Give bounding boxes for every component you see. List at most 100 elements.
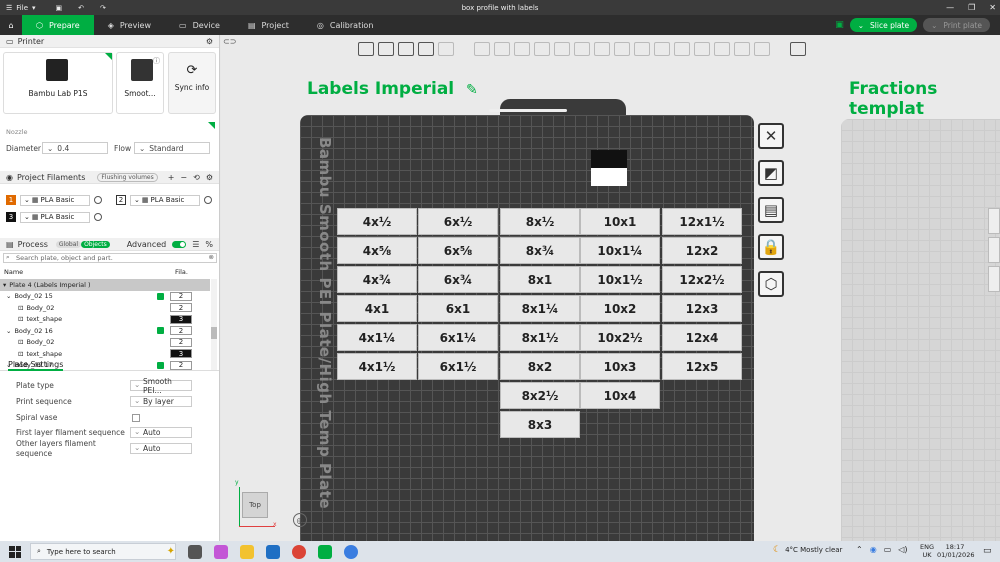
scrollbar-thumb[interactable] <box>211 327 217 339</box>
filament-index-select[interactable]: 2 <box>170 291 192 301</box>
filament-select[interactable]: ⌄ ▦ PLA Basic <box>20 194 90 206</box>
label-object[interactable]: 10x3 <box>580 353 660 380</box>
tab-device[interactable]: ▭ Device <box>165 15 234 35</box>
tray-app-icon[interactable]: ◉ <box>870 545 877 554</box>
object-tree-row[interactable]: ⊡ Body_02 2 <box>0 302 210 314</box>
language-indicator[interactable]: ENG UK <box>920 543 934 559</box>
bambu-studio-icon[interactable] <box>318 544 332 559</box>
label-object[interactable]: 12x1½ <box>662 208 742 235</box>
label-object[interactable]: 4x1¼ <box>337 324 417 351</box>
tab-project[interactable]: ▤ Project <box>234 15 303 35</box>
label-object[interactable]: 10x1½ <box>580 266 660 293</box>
next-plate-object[interactable] <box>988 208 1000 234</box>
filament-color-swatch[interactable]: 2 <box>116 195 126 205</box>
object-visible-check-icon[interactable] <box>157 292 164 300</box>
volume-icon[interactable]: ◁) <box>898 545 907 554</box>
expand-icon[interactable]: ⌄ <box>6 327 11 335</box>
label-object[interactable]: 6x1¼ <box>418 324 498 351</box>
filament-index-select[interactable]: 2 <box>170 303 192 313</box>
label-object[interactable]: 8x2 <box>500 353 580 380</box>
flow-select[interactable]: ⌄ Standard <box>134 142 210 154</box>
label-object[interactable]: 6x1½ <box>418 353 498 380</box>
plate-setting-select[interactable]: ⌄ Auto <box>130 427 192 439</box>
label-object[interactable]: 8x2½ <box>500 382 580 409</box>
filament-select[interactable]: ⌄ ▦ PLA Basic <box>130 194 200 206</box>
label-object[interactable]: 6x¾ <box>418 266 498 293</box>
app-icon[interactable] <box>344 544 358 559</box>
plate-setting-select[interactable]: ⌄ Auto <box>130 443 192 455</box>
expand-icon[interactable]: ▾ <box>3 281 6 289</box>
plus-icon[interactable]: + <box>168 173 175 182</box>
label-object[interactable]: 10x1 <box>580 208 660 235</box>
percent-icon[interactable]: % <box>205 240 213 249</box>
auto-orient-icon[interactable]: ◩ <box>758 160 784 186</box>
tab-calibration[interactable]: ◎ Calibration <box>303 15 388 35</box>
maximize-icon[interactable]: ❐ <box>968 3 975 12</box>
filament-item[interactable]: 3 ⌄ ▦ PLA Basic <box>6 211 102 223</box>
label-object[interactable]: 8x1½ <box>500 324 580 351</box>
filament-select[interactable]: ⌄ ▦ PLA Basic <box>20 211 90 223</box>
file-explorer-icon[interactable] <box>240 544 254 559</box>
label-object[interactable]: 8x¾ <box>500 237 580 264</box>
notification-icon[interactable]: ▭ <box>983 546 992 556</box>
hamburger-icon[interactable]: ☰ <box>6 4 12 12</box>
home-icon[interactable]: ⌂ <box>0 15 22 35</box>
label-object[interactable]: 10x4 <box>580 382 660 409</box>
chevron-down-icon[interactable]: ▾ <box>32 4 36 12</box>
close-icon[interactable]: ✕ <box>989 3 996 12</box>
label-object[interactable]: 8x½ <box>500 208 580 235</box>
label-object[interactable]: 8x3 <box>500 411 580 438</box>
filament-color-swatch[interactable]: 1 <box>6 195 16 205</box>
object-visible-check-icon[interactable] <box>157 327 164 335</box>
object-search-input[interactable]: ⌕ Search plate, object and part. ⊗ <box>3 253 217 263</box>
label-object[interactable]: 8x1 <box>500 266 580 293</box>
filament-item[interactable]: 1 ⌄ ▦ PLA Basic <box>6 194 102 206</box>
tab-preview[interactable]: ◈ Preview <box>94 15 165 35</box>
object-tree-row[interactable]: ⌄ Body_02 16 2 <box>0 325 210 337</box>
filament-color-swatch[interactable]: 3 <box>6 212 16 222</box>
label-object[interactable]: 12x3 <box>662 295 742 322</box>
label-object[interactable]: 4x⅝ <box>337 237 417 264</box>
chevron-up-icon[interactable]: ⌃ <box>856 545 863 554</box>
label-object[interactable]: 6x1 <box>418 295 498 322</box>
plate-settings-icon[interactable]: ▤ <box>758 197 784 223</box>
windows-start-icon[interactable] <box>9 545 21 558</box>
multi-plate-icon[interactable]: ▣ <box>835 20 844 30</box>
label-object[interactable]: 12x4 <box>662 324 742 351</box>
minimize-icon[interactable]: — <box>946 3 954 12</box>
copilot-icon[interactable] <box>214 544 228 559</box>
store-icon[interactable] <box>266 544 280 559</box>
label-object[interactable]: 12x2 <box>662 237 742 264</box>
print-plate-button[interactable]: ⌄ Print plate <box>923 18 990 32</box>
network-icon[interactable]: ▭ <box>884 545 892 554</box>
clock[interactable]: 18:17 01/01/2026 <box>937 543 974 559</box>
label-object[interactable]: 4x1½ <box>337 353 417 380</box>
task-view-icon[interactable] <box>188 544 202 559</box>
label-object[interactable]: 10x2 <box>580 295 660 322</box>
chevron-down-icon[interactable]: ⌄ <box>858 21 864 30</box>
view-cube[interactable]: Top <box>242 492 268 518</box>
redo-icon[interactable]: ↷ <box>100 4 106 12</box>
printer-model-card[interactable]: Bambu Lab P1S <box>3 52 113 114</box>
close-plate-icon[interactable]: ✕ <box>758 123 784 149</box>
filament-sync-icon[interactable]: ⟲ <box>193 173 200 182</box>
camera-reset-icon[interactable]: ◎ <box>293 513 307 527</box>
label-object[interactable]: 6x⅝ <box>418 237 498 264</box>
objects-toggle[interactable]: Objects <box>81 240 110 248</box>
object-tree-row[interactable]: ⊡ Body_02 2 <box>0 337 210 349</box>
next-plate-object[interactable] <box>988 237 1000 263</box>
lock-icon[interactable]: 🔒 <box>758 234 784 260</box>
label-object[interactable]: 6x½ <box>418 208 498 235</box>
gear-icon[interactable]: ⚙ <box>206 37 213 46</box>
filament-index-select[interactable]: 2 <box>170 326 192 336</box>
label-object[interactable]: 4x½ <box>337 208 417 235</box>
global-toggle[interactable]: Global <box>55 240 82 248</box>
next-build-plate[interactable] <box>841 119 1000 541</box>
diameter-select[interactable]: ⌄ 0.4 <box>42 142 108 154</box>
plate-gear-icon[interactable]: ⬡ <box>758 271 784 297</box>
filament-index-select[interactable]: 3 <box>170 314 192 324</box>
plate-setting-select[interactable]: ⌄ Smooth PEI... <box>130 377 192 395</box>
expand-icon[interactable]: ⌄ <box>6 292 11 300</box>
minus-icon[interactable]: − <box>180 173 187 182</box>
gear-icon[interactable]: ⚙ <box>206 173 213 182</box>
